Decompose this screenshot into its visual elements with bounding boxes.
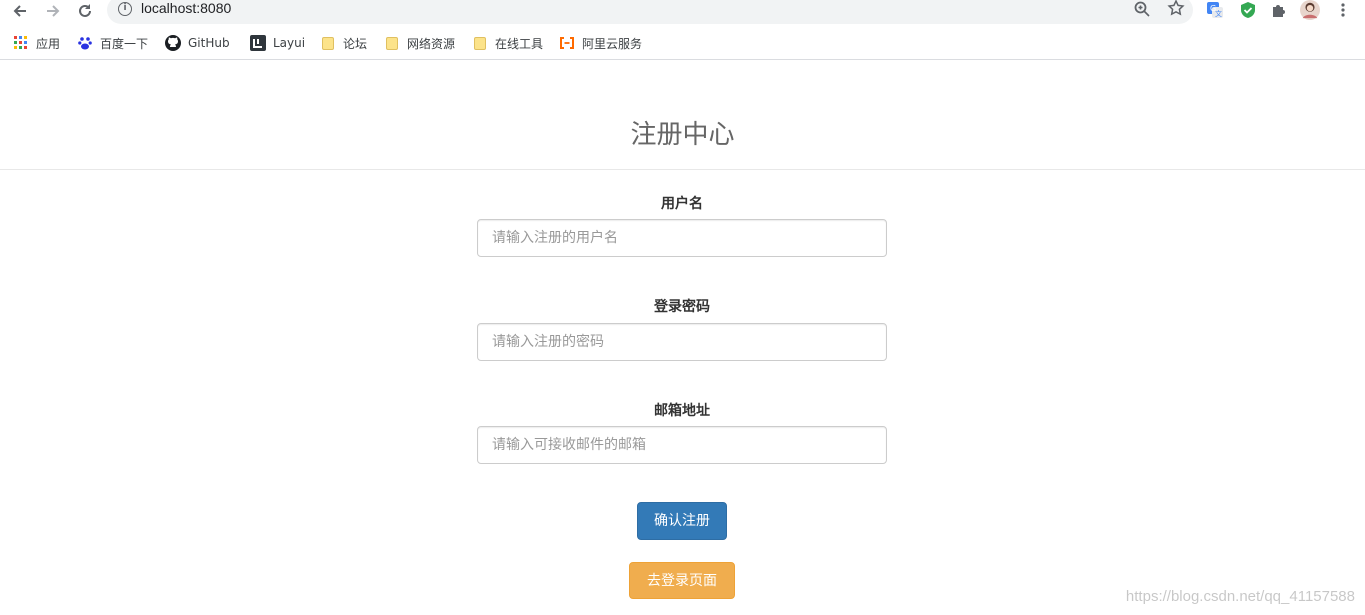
page-title: 注册中心 (630, 120, 735, 150)
bookmark-label: 百度一下 (100, 36, 149, 51)
zoom-icon[interactable] (1133, 0, 1151, 22)
shield-icon[interactable] (1238, 0, 1258, 20)
layui-icon (250, 35, 266, 51)
password-label: 登录密码 (654, 299, 710, 315)
bookmark-label: 论坛 (343, 36, 368, 51)
bookmark-folder-network[interactable]: 网络资源 (384, 33, 455, 53)
github-icon (165, 35, 181, 51)
url-text[interactable]: localhost:8080 (141, 0, 231, 16)
bookmark-aliyun[interactable]: 阿里云服务 (559, 33, 642, 53)
avatar[interactable] (1300, 0, 1320, 20)
puzzle-icon[interactable] (1269, 0, 1289, 20)
folder-icon (384, 35, 400, 51)
bookmark-label: Layui (273, 36, 306, 50)
bookmark-label: 阿里云服务 (582, 36, 643, 51)
apps-grid-icon (13, 35, 29, 51)
bookmark-label: 在线工具 (495, 36, 544, 51)
bookmark-apps[interactable]: 应用 (13, 33, 60, 53)
bookmark-label: 应用 (36, 36, 61, 51)
reload-icon[interactable] (74, 0, 96, 22)
bookmark-label: 网络资源 (407, 36, 456, 51)
bookmark-label: GitHub (188, 36, 230, 50)
back-icon[interactable] (9, 0, 31, 22)
aliyun-icon (559, 35, 575, 51)
folder-icon (320, 35, 336, 51)
menu-icon[interactable] (1333, 0, 1353, 20)
translate-icon[interactable]: G文 (1205, 0, 1225, 20)
register-button[interactable]: 确认注册 (637, 502, 727, 540)
email-label: 邮箱地址 (654, 403, 710, 419)
bookmark-folder-tools[interactable]: 在线工具 (472, 33, 543, 53)
bookmarks-bar: 应用 百度一下 GitHub Layui 论坛 网络资源 在线工具 阿里云服务 (0, 30, 1365, 60)
divider (0, 169, 1365, 170)
username-input[interactable] (477, 219, 887, 257)
bookmark-folder-forum[interactable]: 论坛 (320, 33, 367, 53)
go-to-login-button[interactable]: 去登录页面 (629, 562, 735, 599)
bookmark-baidu[interactable]: 百度一下 (77, 33, 148, 53)
star-icon[interactable] (1167, 0, 1185, 21)
svg-text:文: 文 (1215, 9, 1222, 18)
password-input[interactable] (477, 323, 887, 361)
email-input[interactable] (477, 426, 887, 464)
bookmark-github[interactable]: GitHub (165, 33, 230, 53)
bookmark-layui[interactable]: Layui (250, 33, 305, 53)
baidu-paw-icon (77, 35, 93, 51)
folder-icon (472, 35, 488, 51)
info-icon[interactable]: i (118, 2, 132, 16)
browser-toolbar: i localhost:8080 G文 (0, 0, 1365, 24)
watermark: https://blog.csdn.net/qq_41157588 (1125, 588, 1355, 605)
address-bar[interactable]: i localhost:8080 (107, 0, 1193, 24)
username-label: 用户名 (661, 196, 703, 212)
forward-icon[interactable] (42, 0, 64, 22)
